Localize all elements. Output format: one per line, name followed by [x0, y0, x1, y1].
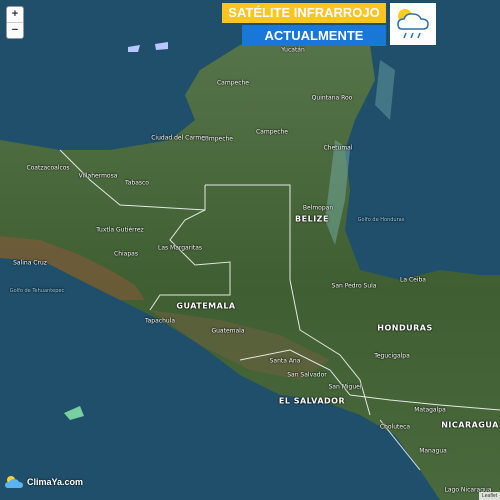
place-label: Tegucigalpa [374, 352, 410, 360]
logo-text: ClimaYa.com [27, 477, 84, 487]
place-label: Belmopan [302, 204, 334, 212]
cloud-sun-icon [5, 476, 23, 488]
place-label: Tabasco [125, 179, 149, 187]
zoom-out-button[interactable]: − [7, 22, 23, 38]
banner-subtitle: ACTUALMENTE [242, 25, 386, 46]
place-label: Tuxtla Gutiérrez [96, 226, 144, 234]
country-honduras: HONDURAS [377, 323, 433, 333]
place-label: Santa Ana [269, 357, 301, 365]
place-label: San Pedro Sula [331, 282, 377, 290]
place-label: Choluteca [379, 423, 411, 431]
place-label: Chiapas [114, 250, 138, 258]
country-guatemala: GUATEMALA [176, 301, 236, 311]
water-label: Golfo de Tehuantepec [9, 288, 65, 294]
zoom-in-button[interactable]: + [7, 7, 23, 22]
country-el-salvador: EL SALVADOR [278, 396, 346, 406]
country-belize: BELIZE [295, 214, 329, 224]
place-label: Matagalpa [414, 406, 446, 414]
place-label: Guatemala [211, 327, 245, 335]
place-label: Managua [419, 447, 447, 455]
climaya-logo[interactable]: ClimaYa.com [4, 473, 83, 491]
satellite-map[interactable]: GUATEMALA BELIZE HONDURAS EL SALVADOR NI… [0, 0, 500, 500]
place-label: Las Margaritas [157, 244, 203, 252]
place-label: La Ceiba [400, 276, 426, 284]
place-label: Campeche [216, 79, 250, 87]
water-label: Golfo de Honduras [357, 217, 405, 223]
place-label: Campeche [255, 128, 289, 136]
sun-cloud-rain-icon [390, 3, 436, 45]
place-label: Ciudad del Carmen [151, 134, 209, 142]
place-label: Tapachula [144, 317, 176, 325]
attribution-link[interactable]: Leaflet [478, 492, 500, 500]
map-imagery [0, 0, 500, 500]
place-label: Yucatán [281, 46, 305, 54]
place-label: Villahermosa [78, 172, 118, 180]
place-label: San Miguel [328, 383, 362, 391]
place-label: Salina Cruz [13, 259, 47, 267]
banner-title: SATÉLITE INFRARROJO [222, 3, 386, 23]
place-label: Quintana Roo [311, 94, 353, 102]
country-nicaragua: NICARAGUA [441, 420, 499, 430]
place-label: San Salvador [287, 371, 327, 379]
place-label: Coatzacoalcos [26, 164, 70, 172]
place-label: Chetumal [323, 144, 353, 152]
zoom-control: + − [6, 6, 24, 39]
